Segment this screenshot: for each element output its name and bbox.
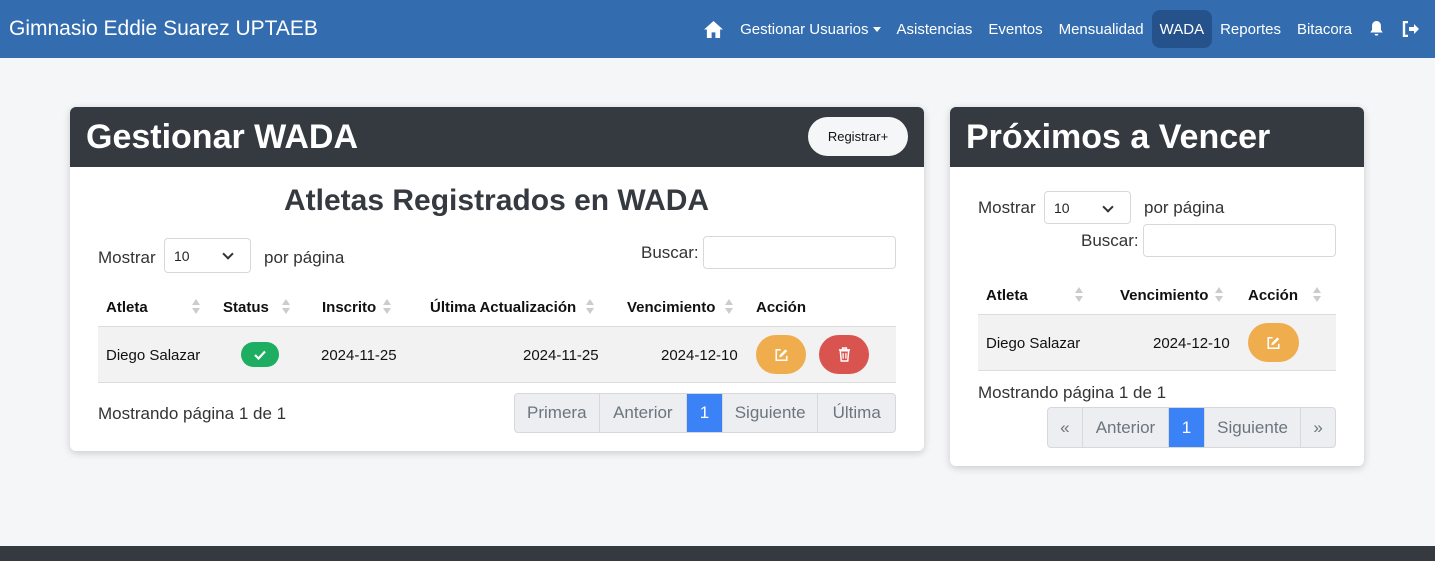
sort-icon[interactable] <box>282 299 290 315</box>
cell-vencimiento: 2024-12-10 <box>661 347 738 364</box>
page-next[interactable]: Siguiente <box>723 394 819 432</box>
pagination: « Anterior 1 Siguiente » <box>1047 407 1336 448</box>
chevron-down-icon <box>222 248 234 260</box>
nav-reportes[interactable]: Reportes <box>1212 10 1289 48</box>
col-ultima-actualizacion[interactable]: Última Actualización <box>430 299 576 316</box>
sort-icon[interactable] <box>1075 287 1083 303</box>
nav-gestionar-usuarios-label: Gestionar Usuarios <box>740 20 869 38</box>
edit-icon <box>1267 336 1280 349</box>
expiring-card: Próximos a Vencer Mostrar 10 por página … <box>950 107 1364 466</box>
nav-asistencias[interactable]: Asistencias <box>889 10 981 48</box>
col-accion: Acción <box>756 299 807 316</box>
search-input[interactable] <box>703 236 896 269</box>
col-inscrito[interactable]: Inscrito <box>322 299 376 316</box>
cell-inscrito: 2024-11-25 <box>321 347 397 364</box>
cell-actualizacion: 2024-11-25 <box>523 347 599 364</box>
delete-button[interactable] <box>819 335 869 374</box>
page-next[interactable]: Siguiente <box>1205 408 1302 447</box>
trash-icon <box>838 347 850 362</box>
status-badge <box>241 342 279 367</box>
page-size-select[interactable]: 10 <box>1044 191 1131 224</box>
sort-icon[interactable] <box>192 299 200 315</box>
sort-icon[interactable] <box>1313 287 1321 303</box>
col-vencimiento[interactable]: Vencimiento <box>627 299 715 316</box>
show-label: Mostrar <box>978 198 1036 217</box>
footer <box>0 546 1435 561</box>
chevron-down-icon <box>1102 201 1114 213</box>
nav-gestionar-usuarios[interactable]: Gestionar Usuarios <box>732 10 888 48</box>
edit-icon <box>774 348 788 361</box>
nav-menu: Gestionar Usuarios Asistencias Eventos M… <box>695 0 1435 58</box>
page-first[interactable]: « <box>1048 408 1083 447</box>
expiring-card-title: Próximos a Vencer <box>966 117 1271 156</box>
check-icon <box>254 350 266 360</box>
nav-bitacora[interactable]: Bitacora <box>1289 10 1360 48</box>
caret-down-icon <box>872 26 881 32</box>
logout-icon[interactable] <box>1393 10 1429 48</box>
sort-icon[interactable] <box>586 299 594 315</box>
cell-atleta: Diego Salazar <box>106 347 201 364</box>
col-status[interactable]: Status <box>223 299 269 316</box>
bell-icon[interactable] <box>1360 10 1393 48</box>
search-label: Buscar: <box>1081 231 1139 250</box>
search-label: Buscar: <box>641 243 699 262</box>
page-last[interactable]: » <box>1301 408 1335 447</box>
page-1[interactable]: 1 <box>1169 408 1205 447</box>
brand-title[interactable]: Gimnasio Eddie Suarez UPTAEB <box>9 17 318 41</box>
page-1[interactable]: 1 <box>687 394 723 432</box>
search-input[interactable] <box>1143 224 1336 257</box>
nav-wada[interactable]: WADA <box>1151 10 1213 48</box>
wada-table-title: Atletas Registrados en WADA <box>284 184 710 217</box>
per-page-label: por página <box>1144 198 1225 217</box>
home-icon[interactable] <box>695 10 732 48</box>
page-info: Mostrando página 1 de 1 <box>98 404 287 423</box>
wada-card: Gestionar WADA Registrar+ Atletas Regist… <box>70 107 924 451</box>
wada-card-title: Gestionar WADA <box>86 117 359 156</box>
page-prev[interactable]: Anterior <box>1083 408 1170 447</box>
sort-icon[interactable] <box>383 299 391 315</box>
edit-button[interactable] <box>756 335 806 374</box>
col-atleta[interactable]: Atleta <box>986 287 1028 304</box>
show-label: Mostrar <box>98 248 156 267</box>
col-atleta[interactable]: Atleta <box>106 299 148 316</box>
cell-atleta: Diego Salazar <box>986 335 1081 352</box>
register-button[interactable]: Registrar+ <box>808 117 908 156</box>
pagination: Primera Anterior 1 Siguiente Última <box>514 393 896 433</box>
expiring-card-header: Próximos a Vencer <box>950 107 1364 167</box>
cell-vencimiento: 2024-12-10 <box>1153 335 1230 352</box>
page-first[interactable]: Primera <box>515 394 600 432</box>
sort-icon[interactable] <box>725 299 733 315</box>
page-info: Mostrando página 1 de 1 <box>978 383 1167 402</box>
page-prev[interactable]: Anterior <box>600 394 688 432</box>
nav-eventos[interactable]: Eventos <box>980 10 1050 48</box>
edit-button[interactable] <box>1248 323 1299 362</box>
col-accion[interactable]: Acción <box>1248 287 1298 304</box>
page-size-value: 10 <box>1054 199 1070 216</box>
page-size-value: 10 <box>174 247 190 264</box>
page-last[interactable]: Última <box>818 394 895 432</box>
top-navbar: Gimnasio Eddie Suarez UPTAEB Gestionar U… <box>0 0 1435 58</box>
nav-mensualidad[interactable]: Mensualidad <box>1051 10 1152 48</box>
page-size-select[interactable]: 10 <box>164 238 251 273</box>
col-vencimiento[interactable]: Vencimiento <box>1120 287 1208 304</box>
per-page-label: por página <box>264 248 345 267</box>
sort-icon[interactable] <box>1215 287 1223 303</box>
wada-card-header: Gestionar WADA Registrar+ <box>70 107 924 167</box>
